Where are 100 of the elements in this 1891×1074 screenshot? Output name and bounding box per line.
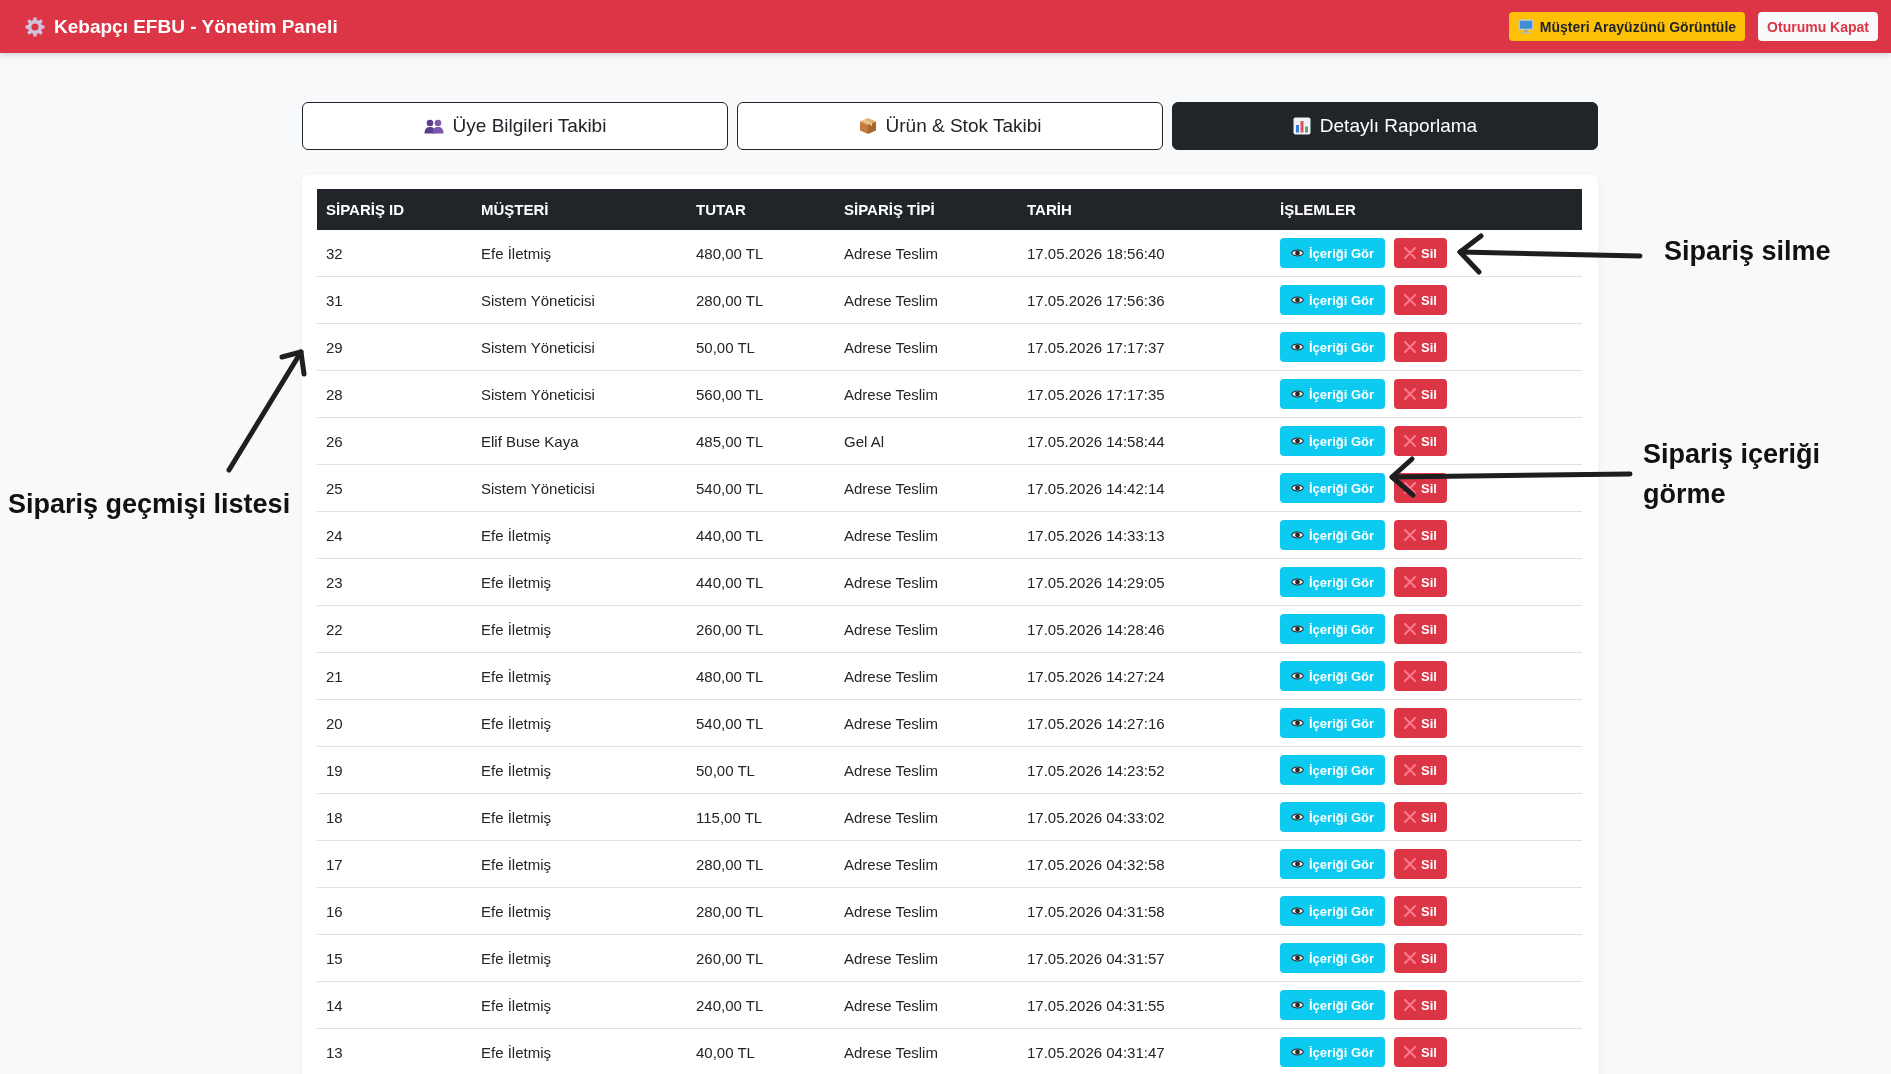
table-cell: 26 xyxy=(317,417,472,465)
delete-button[interactable]: Sil xyxy=(1394,614,1447,644)
close-x-icon xyxy=(1404,247,1417,259)
table-cell: 25 xyxy=(317,464,472,512)
close-x-icon xyxy=(1404,623,1417,635)
column-header: MÜŞTERİ xyxy=(472,189,687,230)
column-header: TARİH xyxy=(1018,189,1271,230)
tab[interactable]: Detaylı Raporlama xyxy=(1172,102,1598,150)
eye-icon xyxy=(1291,483,1304,493)
eye-icon xyxy=(1291,953,1304,963)
table-cell: Adrese Teslim xyxy=(835,605,1018,653)
delete-button[interactable]: Sil xyxy=(1394,661,1447,691)
table-cell: Adrese Teslim xyxy=(835,981,1018,1029)
close-x-icon xyxy=(1404,341,1417,353)
table-cell: 22 xyxy=(317,605,472,653)
table-cell: Efe İletmiş xyxy=(472,1028,687,1074)
tab[interactable]: Ürün & Stok Takibi xyxy=(737,102,1163,150)
table-cell: 14 xyxy=(317,981,472,1029)
customer-view-button[interactable]: Müşteri Arayüzünü Görüntüle xyxy=(1508,12,1746,41)
delete-button[interactable]: Sil xyxy=(1394,332,1447,362)
close-x-icon xyxy=(1404,1046,1417,1058)
table-cell: 18 xyxy=(317,793,472,841)
delete-button[interactable]: Sil xyxy=(1394,755,1447,785)
eye-icon xyxy=(1291,906,1304,916)
close-x-icon xyxy=(1404,576,1417,588)
delete-button[interactable]: Sil xyxy=(1394,285,1447,315)
close-x-icon xyxy=(1404,435,1417,447)
annotation-label: Sipariş silme xyxy=(1664,235,1832,268)
table-cell: 19 xyxy=(317,746,472,794)
delete-button[interactable]: Sil xyxy=(1394,1037,1447,1067)
table-cell: 540,00 TL xyxy=(687,464,835,512)
table-cell: 17.05.2026 04:31:47 xyxy=(1018,1028,1271,1074)
column-header: İŞLEMLER xyxy=(1271,189,1582,230)
table-cell: Adrese Teslim xyxy=(835,887,1018,935)
table-cell: Adrese Teslim xyxy=(835,323,1018,371)
annotation-label: Sipariş geçmişi listesi xyxy=(8,488,292,521)
table-cell: 29 xyxy=(317,323,472,371)
eye-icon xyxy=(1291,295,1304,305)
delete-button[interactable]: Sil xyxy=(1394,990,1447,1020)
table-cell: Sistem Yöneticisi xyxy=(472,464,687,512)
close-x-icon xyxy=(1404,388,1417,400)
table-cell: Efe İletmiş xyxy=(472,746,687,794)
table-cell: 17.05.2026 04:33:02 xyxy=(1018,793,1271,841)
close-x-icon xyxy=(1404,905,1417,917)
close-x-icon xyxy=(1404,717,1417,729)
table-cell: 13 xyxy=(317,1028,472,1074)
table-cell: Adrese Teslim xyxy=(835,464,1018,512)
table-cell: 17.05.2026 04:31:58 xyxy=(1018,887,1271,935)
table-cell: Adrese Teslim xyxy=(835,840,1018,888)
table-cell: 21 xyxy=(317,652,472,700)
delete-button[interactable]: Sil xyxy=(1394,520,1447,550)
close-x-icon xyxy=(1404,952,1417,964)
table-cell: 17.05.2026 14:42:14 xyxy=(1018,464,1271,512)
eye-icon xyxy=(1291,248,1304,258)
table-cell: Sistem Yöneticisi xyxy=(472,370,687,418)
table-cell: 20 xyxy=(317,699,472,747)
eye-icon xyxy=(1291,624,1304,634)
monitor-icon xyxy=(1517,19,1534,34)
table-cell: 17.05.2026 14:27:16 xyxy=(1018,699,1271,747)
delete-button[interactable]: Sil xyxy=(1394,849,1447,879)
close-x-icon xyxy=(1404,811,1417,823)
close-x-icon xyxy=(1404,764,1417,776)
delete-button[interactable]: Sil xyxy=(1394,896,1447,926)
table-cell: Efe İletmiş xyxy=(472,981,687,1029)
eye-icon xyxy=(1291,1047,1304,1057)
table-cell: 23 xyxy=(317,558,472,606)
delete-button[interactable]: Sil xyxy=(1394,567,1447,597)
tab[interactable]: Üye Bilgileri Takibi xyxy=(302,102,728,150)
table-cell: 485,00 TL xyxy=(687,417,835,465)
delete-button[interactable]: Sil xyxy=(1394,708,1447,738)
delete-button[interactable]: Sil xyxy=(1394,426,1447,456)
table-cell: 17.05.2026 14:29:05 xyxy=(1018,558,1271,606)
table-cell: 480,00 TL xyxy=(687,652,835,700)
table-cell: Efe İletmiş xyxy=(472,558,687,606)
table-cell: Adrese Teslim xyxy=(835,370,1018,418)
delete-button[interactable]: Sil xyxy=(1394,802,1447,832)
column-header: SİPARİŞ TİPİ xyxy=(835,189,1018,230)
table-cell: Adrese Teslim xyxy=(835,511,1018,559)
table-cell: 540,00 TL xyxy=(687,699,835,747)
delete-button[interactable]: Sil xyxy=(1394,238,1447,268)
eye-icon xyxy=(1291,812,1304,822)
table-cell: Adrese Teslim xyxy=(835,558,1018,606)
table-cell: 28 xyxy=(317,370,472,418)
table-cell: 115,00 TL xyxy=(687,793,835,841)
app-title: Kebapçı EFBU - Yönetim Paneli xyxy=(54,15,338,38)
table-cell: Efe İletmiş xyxy=(472,840,687,888)
table-cell: Efe İletmiş xyxy=(472,887,687,935)
table-cell: 17.05.2026 14:23:52 xyxy=(1018,746,1271,794)
table-cell: 50,00 TL xyxy=(687,323,835,371)
table-cell: 280,00 TL xyxy=(687,840,835,888)
delete-button[interactable]: Sil xyxy=(1394,379,1447,409)
delete-button[interactable]: Sil xyxy=(1394,943,1447,973)
close-x-icon xyxy=(1404,482,1417,494)
table-cell: Efe İletmiş xyxy=(472,934,687,982)
column-header: SİPARİŞ ID xyxy=(317,189,472,230)
close-x-icon xyxy=(1404,999,1417,1011)
table-cell: 280,00 TL xyxy=(687,276,835,324)
table-cell: Efe İletmiş xyxy=(472,699,687,747)
logout-button[interactable]: Oturumu Kapat xyxy=(1758,12,1878,41)
table-cell: 17.05.2026 17:56:36 xyxy=(1018,276,1271,324)
